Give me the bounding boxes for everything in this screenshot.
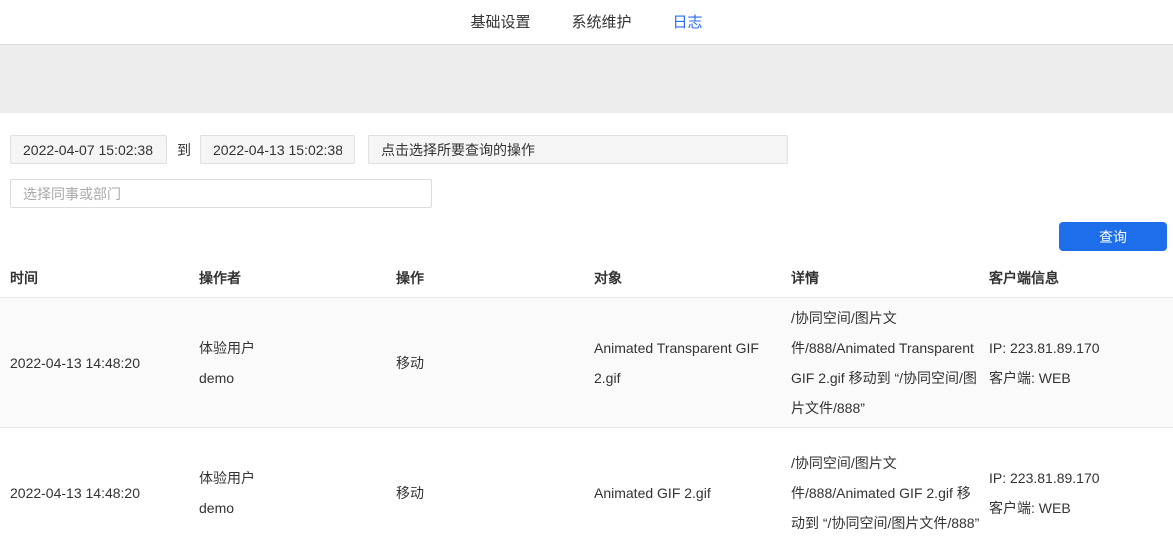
header-cell-object: 对象: [594, 263, 791, 293]
tab-log[interactable]: 日志: [673, 0, 703, 45]
cell-operator: 体验用户 demo: [199, 333, 396, 393]
cell-object: Animated GIF 2.gif: [594, 478, 791, 508]
query-button[interactable]: 查询: [1059, 222, 1167, 251]
cell-operation: 移动: [396, 478, 594, 508]
cell-client-info: IP: 223.81.89.170 客户端: WEB: [989, 463, 1173, 523]
operator-account: demo: [199, 363, 396, 393]
people-filter-input[interactable]: [10, 179, 432, 208]
log-table: 时间 操作者 操作 对象 详情 客户端信息 2022-04-13 14:48:2…: [0, 258, 1173, 554]
filter-section: 到: [0, 113, 1173, 208]
operator-name: 体验用户: [199, 333, 396, 363]
tab-basic-settings[interactable]: 基础设置: [470, 0, 530, 45]
table-row: 2022-04-13 14:48:20 体验用户 demo 移动 Animate…: [0, 428, 1173, 554]
client-type: 客户端: WEB: [989, 493, 1165, 523]
table-header: 时间 操作者 操作 对象 详情 客户端信息: [0, 258, 1173, 298]
tab-system-maintenance[interactable]: 系统维护: [571, 0, 631, 45]
cell-time: 2022-04-13 14:48:20: [10, 348, 199, 378]
header-cell-operator: 操作者: [199, 263, 396, 293]
client-type: 客户端: WEB: [989, 363, 1165, 393]
filter-row-people: [10, 179, 1163, 208]
start-time-input[interactable]: [10, 135, 167, 164]
cell-time: 2022-04-13 14:48:20: [10, 478, 199, 508]
header-cell-detail: 详情: [791, 263, 989, 293]
header-cell-time: 时间: [10, 263, 199, 293]
cell-object: Animated Transparent GIF 2.gif: [594, 333, 791, 393]
client-ip: IP: 223.81.89.170: [989, 333, 1165, 363]
top-tab-bar: 基础设置 系统维护 日志: [0, 0, 1173, 45]
operation-filter-input[interactable]: [368, 135, 788, 164]
table-row: 2022-04-13 14:48:20 体验用户 demo 移动 Animate…: [0, 298, 1173, 428]
cell-operator: 体验用户 demo: [199, 463, 396, 523]
operator-account: demo: [199, 493, 396, 523]
client-ip: IP: 223.81.89.170: [989, 463, 1165, 493]
header-cell-client-info: 客户端信息: [989, 263, 1173, 293]
cell-detail: /协同空间/图片文件/888/Animated Transparent GIF …: [791, 303, 989, 423]
operator-name: 体验用户: [199, 463, 396, 493]
end-time-input[interactable]: [200, 135, 355, 164]
toolbar-band: [0, 45, 1173, 113]
cell-operation: 移动: [396, 348, 594, 378]
filter-row-dates: 到: [10, 135, 1163, 164]
query-button-row: 查询: [0, 208, 1173, 251]
cell-detail: /协同空间/图片文件/888/Animated GIF 2.gif 移动到 “/…: [791, 448, 989, 538]
cell-client-info: IP: 223.81.89.170 客户端: WEB: [989, 333, 1173, 393]
to-label: 到: [177, 140, 191, 160]
header-cell-operation: 操作: [396, 263, 594, 293]
